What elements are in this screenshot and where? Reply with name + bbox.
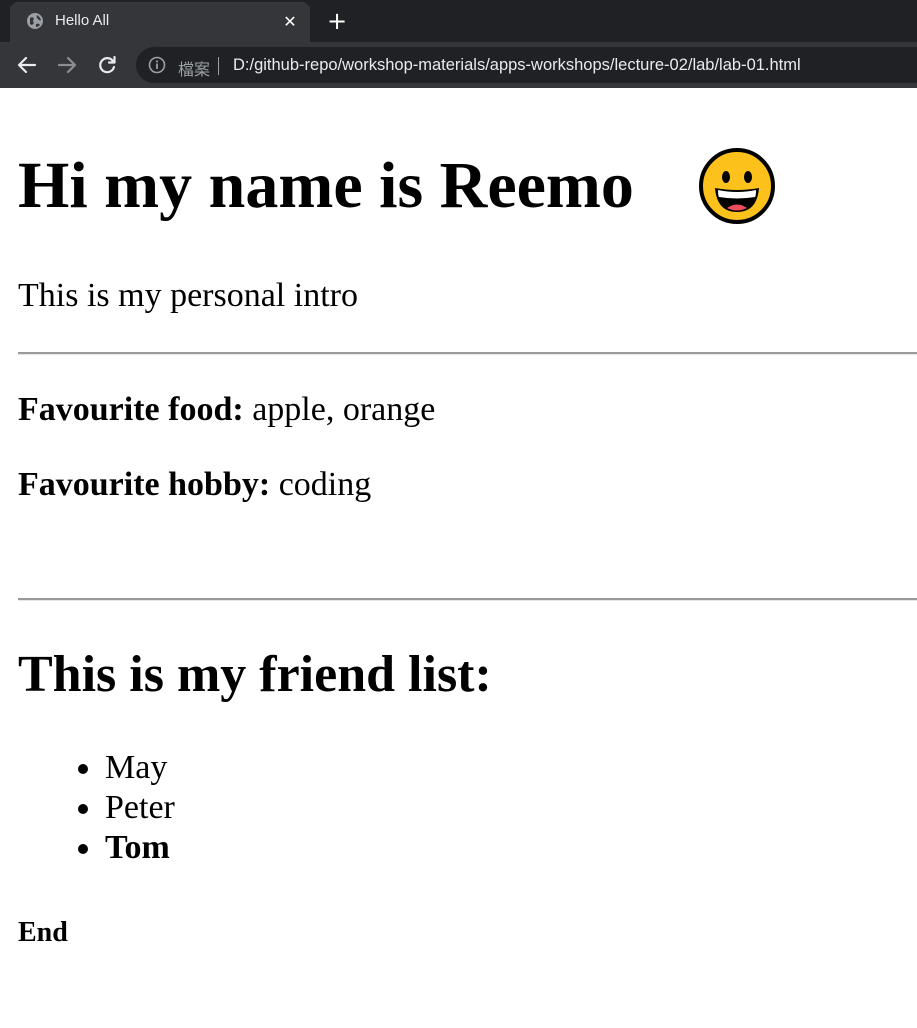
info-icon[interactable] [148,56,166,74]
favourite-hobby-value: coding [270,466,372,503]
favourite-hobby-label: Favourite hobby: [18,466,271,503]
browser-tab[interactable]: Hello All ✕ [10,2,310,42]
bullet [78,804,88,814]
favourite-food: Favourite food: apple, orange [18,390,435,430]
globe-icon [27,13,43,29]
divider-bottom [18,598,917,601]
omnibox-divider [218,57,219,75]
end-text: End [18,917,68,948]
favourite-hobby: Favourite hobby: coding [18,465,371,505]
list-item: Tom [18,828,175,868]
page-content: Hi my name is Reemo This is my personal … [0,88,917,1028]
tab-strip: Hello All ✕ + [0,0,917,42]
bullet [78,764,88,774]
list-item: Peter [18,788,175,828]
close-tab-icon[interactable]: ✕ [280,11,300,31]
tab-title: Hello All [55,12,110,29]
new-tab-button[interactable]: + [325,7,349,35]
arrow-left-icon [17,56,37,74]
favourite-food-label: Favourite food: [18,391,244,428]
friend-list-heading: This is my friend list: [18,646,492,703]
grinning-face-icon [699,148,775,224]
friend-name: Tom [105,829,170,866]
reload-button[interactable] [94,52,120,78]
browser-toolbar: 檔案 D:/github-repo/workshop-materials/app… [0,42,917,88]
friend-name: May [105,749,168,786]
divider-top [18,352,917,355]
url-text[interactable]: D:/github-repo/workshop-materials/apps-w… [233,56,801,75]
arrow-right-icon [57,56,77,74]
friend-name: Peter [105,789,175,826]
bullet [78,844,88,854]
security-label: 檔案 [178,60,211,79]
address-bar[interactable]: 檔案 D:/github-repo/workshop-materials/app… [136,47,917,83]
friend-list: May Peter Tom [18,748,175,868]
forward-button[interactable] [54,52,80,78]
back-button[interactable] [14,52,40,78]
reload-icon [99,55,116,74]
favourite-food-value: apple, orange [243,391,436,428]
intro-text: This is my personal intro [18,277,358,314]
page-heading: Hi my name is Reemo [18,149,634,222]
list-item: May [18,748,175,788]
